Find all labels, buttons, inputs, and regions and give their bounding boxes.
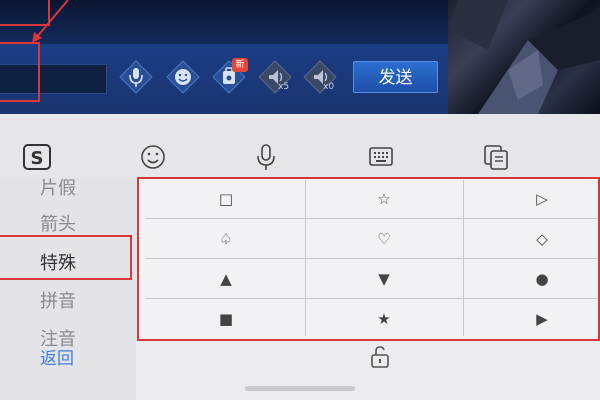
- microphone-icon: [257, 144, 275, 170]
- voice-button[interactable]: [119, 60, 153, 94]
- horn-button-1[interactable]: x5: [258, 60, 292, 94]
- input-method-keyboard: S 片假 箭头 特殊 拼音 注音 返回 □ ☆ ▷ ♤ ♡ ◇ ▲ ▼ ● ■ …: [0, 114, 600, 400]
- category-arrows[interactable]: 箭头: [40, 210, 76, 236]
- category-katakana[interactable]: 片假: [40, 178, 76, 200]
- highlight-box-symbols: [137, 177, 600, 341]
- lock-button[interactable]: [368, 346, 392, 368]
- new-badge: 新: [232, 58, 248, 72]
- horn-count-2: x0: [323, 82, 335, 92]
- category-pinyin[interactable]: 拼音: [40, 287, 76, 313]
- emoji-button[interactable]: [166, 60, 200, 94]
- back-button[interactable]: 返回: [40, 344, 74, 369]
- highlight-box-input: [0, 42, 40, 102]
- emoji-icon: [141, 145, 165, 169]
- game-artwork: [448, 0, 600, 114]
- home-indicator: [245, 386, 355, 391]
- unlock-icon: [371, 346, 389, 368]
- highlight-box-special: [0, 235, 132, 280]
- keyboard-icon: [369, 147, 393, 166]
- voice-tool[interactable]: [251, 142, 281, 172]
- keyboard-tool[interactable]: [366, 142, 396, 172]
- item-bag-button[interactable]: 新: [212, 58, 248, 94]
- horn-button-2[interactable]: x0: [303, 60, 337, 94]
- clipboard-icon: [484, 145, 508, 170]
- svg-text:S: S: [31, 148, 44, 169]
- annotation-arrow: [32, 0, 69, 43]
- sogou-logo-icon: S: [23, 144, 51, 170]
- keyboard-toolbar: S: [0, 114, 600, 178]
- send-button[interactable]: 发送: [353, 61, 438, 93]
- clipboard-tool[interactable]: [481, 142, 511, 172]
- sogou-logo[interactable]: S: [22, 142, 52, 172]
- emoji-icon: [166, 60, 200, 94]
- emoji-tool[interactable]: [138, 142, 168, 172]
- game-chat-panel: 新 x5 x0 发送: [0, 0, 600, 114]
- horn-count-1: x5: [278, 82, 290, 92]
- microphone-icon: [119, 60, 153, 94]
